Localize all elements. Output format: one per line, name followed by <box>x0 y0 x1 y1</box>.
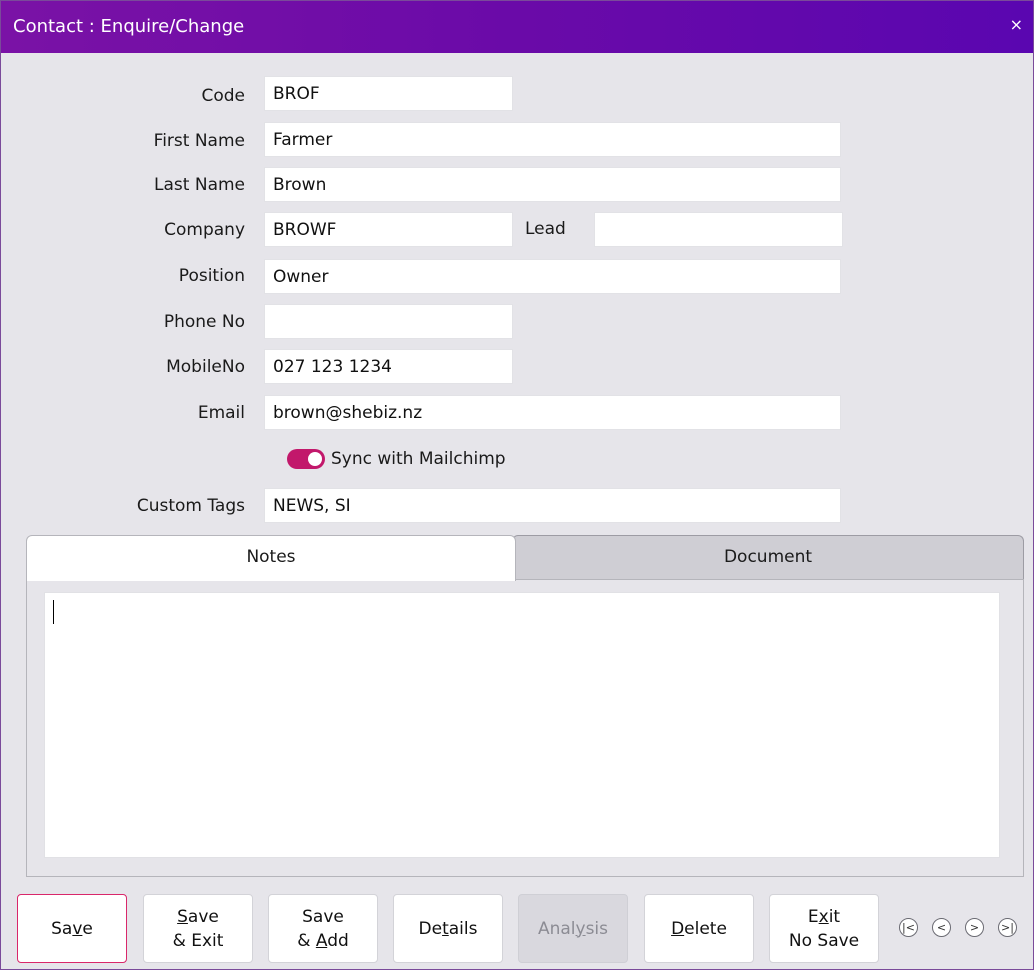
details-button-label: Details <box>418 918 478 939</box>
text-caret <box>53 600 54 624</box>
exit-no-save-line1: Exit <box>807 906 841 927</box>
mailchimp-sync-toggle[interactable] <box>287 449 325 469</box>
position-input[interactable]: Owner <box>264 259 841 294</box>
code-input[interactable]: BROF <box>264 76 513 111</box>
tabs-area: Document Notes <box>8 535 1024 877</box>
mobile-label: MobileNo <box>166 357 245 377</box>
analysis-button-label: Analysis <box>537 918 609 939</box>
phone-label: Phone No <box>163 312 245 332</box>
contact-dialog: Contact : Enquire/Change × Code BROF Fir… <box>0 0 1034 970</box>
delete-button[interactable]: Delete <box>644 894 754 963</box>
tab-document[interactable]: Document <box>512 535 1024 579</box>
next-record-icon[interactable]: > <box>965 918 984 937</box>
save-add-line1: Save <box>302 906 344 927</box>
mobile-input[interactable]: 027 123 1234 <box>264 349 513 384</box>
company-input[interactable]: BROWF <box>264 212 513 247</box>
phone-input[interactable] <box>264 304 513 339</box>
save-add-button[interactable]: Save & Add <box>268 894 378 963</box>
window-title: Contact : Enquire/Change <box>13 16 245 37</box>
mailchimp-sync-label: Sync with Mailchimp <box>331 449 506 469</box>
first-name-input[interactable]: Farmer <box>264 122 841 157</box>
custom-tags-label: Custom Tags <box>136 496 245 516</box>
email-input[interactable]: brown@shebiz.nz <box>264 395 841 430</box>
toggle-knob <box>308 452 322 466</box>
previous-record-icon[interactable]: < <box>932 918 951 937</box>
first-record-icon[interactable]: |< <box>899 918 918 937</box>
first-name-label: First Name <box>153 131 245 151</box>
save-exit-line1: Save <box>177 906 219 927</box>
lead-input[interactable] <box>594 212 843 247</box>
title-bar: Contact : Enquire/Change × <box>1 1 1033 53</box>
save-exit-line2: & Exit <box>172 930 224 951</box>
exit-no-save-line2: No Save <box>788 930 860 951</box>
lead-label: Lead <box>525 219 566 239</box>
save-add-line2: & Add <box>297 930 349 951</box>
details-button[interactable]: Details <box>393 894 503 963</box>
notes-panel <box>26 579 1024 877</box>
code-label: Code <box>201 86 245 106</box>
email-label: Email <box>197 403 245 423</box>
save-exit-button[interactable]: Save & Exit <box>143 894 253 963</box>
last-name-input[interactable]: Brown <box>264 167 841 202</box>
notes-textarea[interactable] <box>44 592 1000 858</box>
last-record-icon[interactable]: >| <box>998 918 1017 937</box>
analysis-button[interactable]: Analysis <box>518 894 628 963</box>
close-icon[interactable]: × <box>1010 15 1023 34</box>
exit-no-save-button[interactable]: Exit No Save <box>769 894 879 963</box>
position-label: Position <box>178 266 245 286</box>
company-label: Company <box>164 220 245 240</box>
custom-tags-input[interactable]: NEWS, SI <box>264 488 841 523</box>
last-name-label: Last Name <box>154 175 245 195</box>
save-button[interactable]: Save <box>17 894 127 963</box>
delete-button-label: Delete <box>671 918 727 939</box>
tab-notes[interactable]: Notes <box>26 535 516 581</box>
save-button-label: Save <box>51 918 93 939</box>
